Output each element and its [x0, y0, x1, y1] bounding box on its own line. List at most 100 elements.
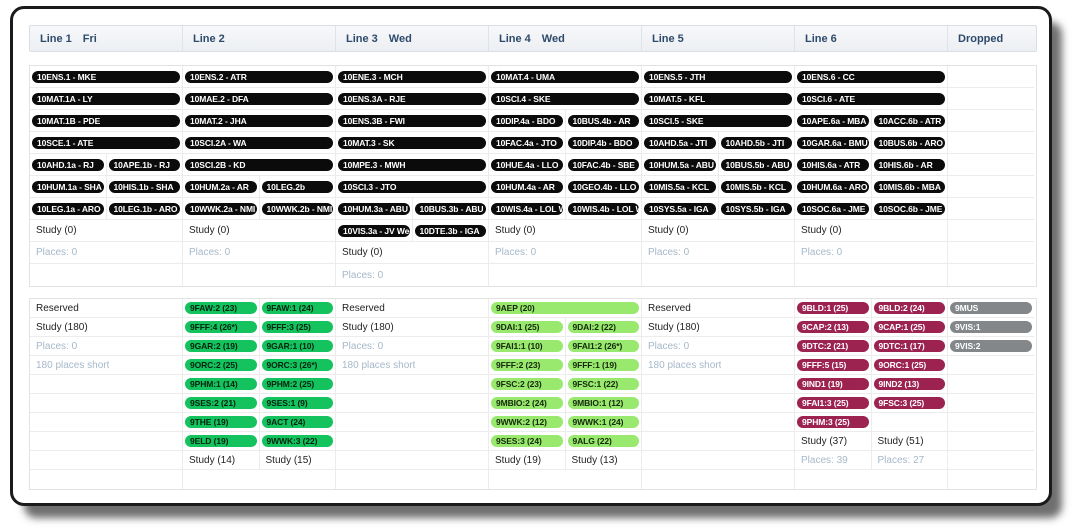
column-header-dropped[interactable]: Dropped	[948, 26, 1036, 51]
class-pill[interactable]: 10HIS.6a - ATR	[797, 158, 869, 171]
class-pill[interactable]: 10HUM.3a - ABU	[338, 202, 410, 215]
class-pill[interactable]: 10HUM.4a - AR	[491, 180, 563, 193]
class-pill[interactable]: 9FSC:2 (23)	[491, 378, 563, 390]
class-pill[interactable]: 9FFF:4 (26*)	[185, 321, 257, 333]
class-pill[interactable]: 10MIS.6b - MBA	[873, 180, 945, 193]
class-pill[interactable]: 9FSC:3 (25)	[873, 397, 945, 409]
class-pill[interactable]: 9VIS:1	[950, 321, 1032, 333]
class-pill[interactable]: 10LEG.2b	[261, 180, 333, 193]
class-pill[interactable]: 10ACC.6b - ATR	[873, 114, 945, 127]
class-pill[interactable]: 9FFF:1 (19)	[567, 359, 639, 371]
class-pill[interactable]: 10MAT.4 - UMA	[491, 70, 639, 83]
class-pill[interactable]: 10DIP.4a - BDO	[491, 114, 563, 127]
class-pill[interactable]: 10GEO.4b - LLO	[567, 180, 639, 193]
class-pill[interactable]: 9FFF:5 (15)	[797, 359, 869, 371]
class-pill[interactable]: 10SCI.2B - KD	[185, 158, 333, 171]
class-pill[interactable]: 10SCI.3 - JTO	[338, 180, 486, 193]
class-pill[interactable]: 9FAW:2 (23)	[185, 302, 257, 314]
class-pill[interactable]: 10VIS.3a - JV Wed	[338, 224, 410, 237]
class-pill[interactable]: 10AHD.1a - RJ	[32, 158, 104, 171]
class-pill[interactable]: 10HUM.6a - ARO	[797, 180, 869, 193]
class-pill[interactable]: 9WWK:2 (12)	[491, 416, 563, 428]
class-pill[interactable]: 10BUS.5b - ABU	[720, 158, 792, 171]
class-pill[interactable]: 9MBIO:2 (24)	[491, 397, 563, 409]
class-pill[interactable]: 10LEG.1a - ARO	[32, 202, 104, 215]
class-pill[interactable]: 10MAT.1B - PDE	[32, 114, 180, 127]
column-header-line-2[interactable]: Line 2	[183, 26, 336, 51]
class-pill[interactable]: 9FSC:1 (22)	[567, 378, 639, 390]
class-pill[interactable]: 9PHM:2 (25)	[261, 378, 333, 390]
class-pill[interactable]: 10MPE.3 - MWH	[338, 158, 486, 171]
class-pill[interactable]: 10AHD.5b - JTI	[720, 136, 792, 149]
column-header-line-6[interactable]: Line 6	[795, 26, 948, 51]
class-pill[interactable]: 10HIS.1b - SHA	[108, 180, 180, 193]
class-pill[interactable]: 10MIS.5a - KCL	[644, 180, 716, 193]
class-pill[interactable]: 10SOC.6b - JME	[873, 202, 945, 215]
column-header-line-3[interactable]: Line 3 Wed	[336, 26, 489, 51]
class-pill[interactable]: 9SES:3 (24)	[491, 435, 563, 447]
class-pill[interactable]: 10MAT.5 - KFL	[644, 92, 792, 105]
class-pill[interactable]: 10SYS.5b - IGA	[720, 202, 792, 215]
class-pill[interactable]: 10MAE.2 - DFA	[185, 92, 333, 105]
class-pill[interactable]: 10MAT.1A - LY	[32, 92, 180, 105]
class-pill[interactable]: 9FFF:3 (25)	[261, 321, 333, 333]
class-pill[interactable]: 10LEG.1b - ARO	[108, 202, 180, 215]
class-pill[interactable]: 9WWK:1 (24)	[567, 416, 639, 428]
class-pill[interactable]: 9PHM:3 (25)	[797, 416, 869, 428]
column-header-line-4[interactable]: Line 4 Wed	[489, 26, 642, 51]
class-pill[interactable]: 9ORC:2 (25)	[185, 359, 257, 371]
class-pill[interactable]: 10SCE.1 - ATE	[32, 136, 180, 149]
class-pill[interactable]: 10DTE.3b - IGA	[414, 224, 486, 237]
class-pill[interactable]: 9AEP (20)	[491, 302, 639, 314]
class-pill[interactable]: 9GAR:2 (19)	[185, 340, 257, 352]
class-pill[interactable]: 10WWK.2a - NMI	[185, 202, 257, 215]
class-pill[interactable]: 9ACT (24)	[261, 416, 333, 428]
class-pill[interactable]: 10BUS.4b - AR	[567, 114, 639, 127]
class-pill[interactable]: 10SCI.2A - WA	[185, 136, 333, 149]
class-pill[interactable]: 10BUS.6b - ARO	[873, 136, 945, 149]
class-pill[interactable]: 9VIS:2	[950, 340, 1032, 352]
class-pill[interactable]: 10HUM.2a - AR	[185, 180, 257, 193]
class-pill[interactable]: 10ENS.2 - ATR	[185, 70, 333, 83]
class-pill[interactable]: 9IND2 (13)	[873, 378, 945, 390]
class-pill[interactable]: 10HUM.5a - ABU	[644, 158, 716, 171]
class-pill[interactable]: 10APE.1b - RJ	[108, 158, 180, 171]
class-pill[interactable]: 9CAP:1 (25)	[873, 321, 945, 333]
class-pill[interactable]: 10ENE.3 - MCH	[338, 70, 486, 83]
class-pill[interactable]: 10FAC.4a - JTO	[491, 136, 563, 149]
class-pill[interactable]: 10HIS.6b - AR	[873, 158, 945, 171]
class-pill[interactable]: 10MAT.2 - JHA	[185, 114, 333, 127]
class-pill[interactable]: 9MUS	[950, 302, 1032, 314]
class-pill[interactable]: 10ENS.5 - JTH	[644, 70, 792, 83]
class-pill[interactable]: 9MBIO:1 (12)	[567, 397, 639, 409]
column-header-line-5[interactable]: Line 5	[642, 26, 795, 51]
class-pill[interactable]: 9GAR:1 (10)	[261, 340, 333, 352]
class-pill[interactable]: 10MIS.5b - KCL	[720, 180, 792, 193]
class-pill[interactable]: 10GAR.6a - BMU	[797, 136, 869, 149]
class-pill[interactable]: 9SES:2 (21)	[185, 397, 257, 409]
class-pill[interactable]: 10FAC.4b - SBE	[567, 158, 639, 171]
class-pill[interactable]: 10HUE.4a - LLO	[491, 158, 563, 171]
class-pill[interactable]: 9CAP:2 (13)	[797, 321, 869, 333]
class-pill[interactable]: 10ENS.3A - RJE	[338, 92, 486, 105]
class-pill[interactable]: 9FAI1:2 (26*)	[567, 340, 639, 352]
class-pill[interactable]: 10SYS.5a - IGA	[644, 202, 716, 215]
class-pill[interactable]: 10WIS.4a - LOL Wed	[491, 202, 563, 215]
class-pill[interactable]: 10APE.6a - MBA	[797, 114, 869, 127]
class-pill[interactable]: 9ORC:3 (26*)	[261, 359, 333, 371]
class-pill[interactable]: 9PHM:1 (14)	[185, 378, 257, 390]
class-pill[interactable]: 9FFF:2 (23)	[491, 359, 563, 371]
class-pill[interactable]: 10MAT.3 - SK	[338, 136, 486, 149]
class-pill[interactable]: 9DTC:2 (21)	[797, 340, 869, 352]
class-pill[interactable]: 10SCI.6 - ATE	[797, 92, 945, 105]
class-pill[interactable]: 10BUS.3b - ABU	[414, 202, 486, 215]
class-pill[interactable]: 10SCI.4 - SKE	[491, 92, 639, 105]
class-pill[interactable]: 9DAI:1 (25)	[491, 321, 563, 333]
class-pill[interactable]: 10SOC.6a - JME	[797, 202, 869, 215]
class-pill[interactable]: 9WWK:3 (22)	[261, 435, 333, 447]
class-pill[interactable]: 9DAI:2 (22)	[567, 321, 639, 333]
class-pill[interactable]: 9BLD:1 (25)	[797, 302, 869, 314]
class-pill[interactable]: 10DIP.4b - BDO	[567, 136, 639, 149]
class-pill[interactable]: 10AHD.5a - JTI	[644, 136, 716, 149]
class-pill[interactable]: 9FAW:1 (24)	[261, 302, 333, 314]
